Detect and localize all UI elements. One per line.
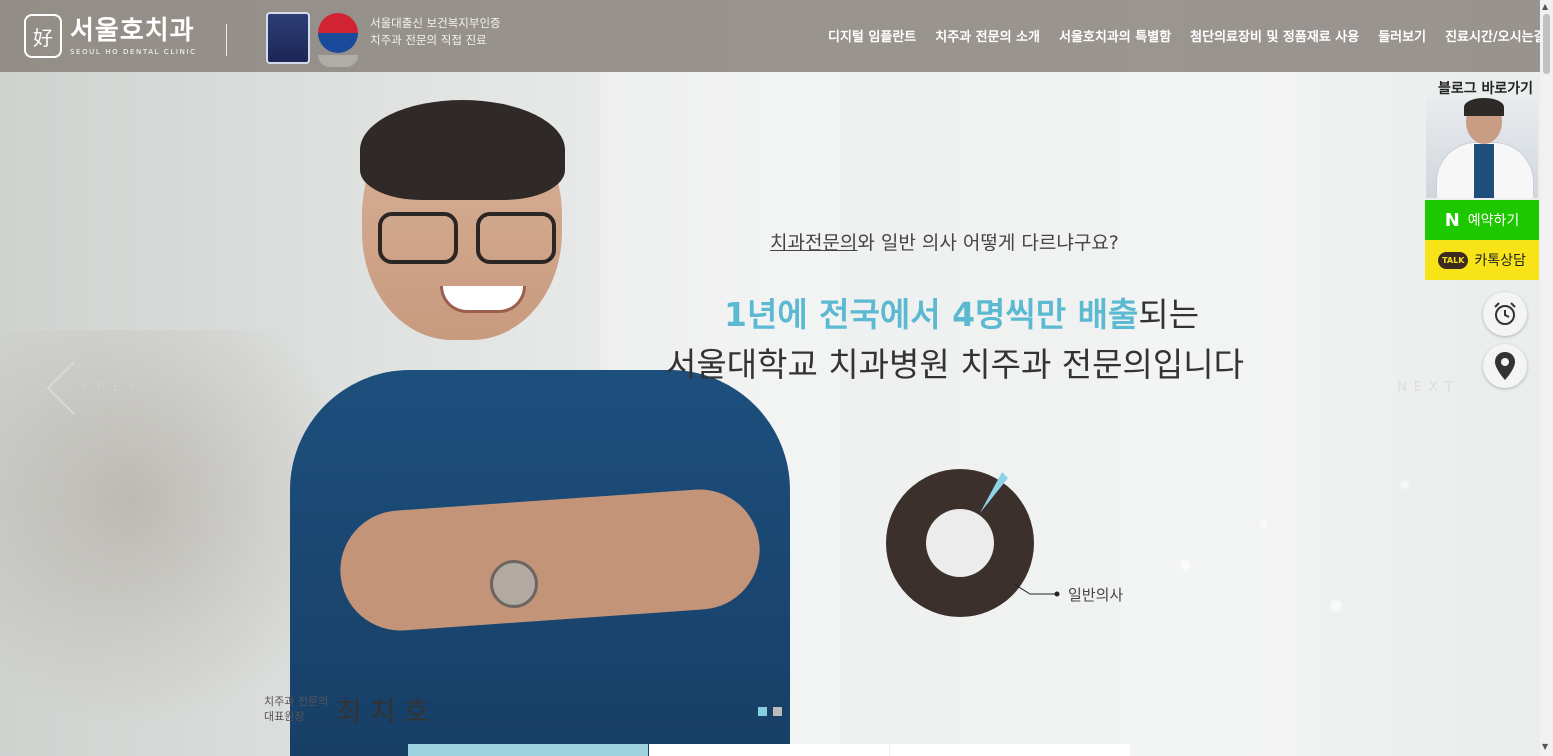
blog-photo-scrubs [1474, 144, 1494, 198]
nav-item-special[interactable]: 서울호치과의 특별함 [1059, 26, 1171, 45]
naver-icon: N [1444, 209, 1460, 231]
main-nav: 디지털 임플란트 치주과 전문의 소개 서울호치과의 특별함 첨단의료장비 및 … [828, 26, 1546, 45]
doctor-role-line: 치주과 전문의 [264, 695, 329, 708]
scroll-down-icon[interactable]: ▼ [1542, 742, 1548, 751]
headline-rest: 되는 [1138, 295, 1200, 334]
hero-headline-2: 서울대학교 치과병원 치주과 전문의입니다 [666, 345, 1244, 384]
bottom-tabs [408, 744, 1131, 756]
location-button[interactable] [1483, 344, 1527, 388]
chart-label: 일반의사 [1068, 586, 1124, 604]
bokeh-light [1330, 600, 1342, 612]
slider-dot[interactable] [773, 707, 782, 716]
logo-title: 서울호치과 [70, 15, 195, 46]
question-rest: 와 일반 의사 어떻게 다르냐구요? [857, 232, 1119, 254]
doctor-role: 치주과 전문의 대표원장 [264, 694, 328, 724]
question-underlined: 치과전문의 [770, 232, 858, 254]
scrollbar[interactable] [1540, 0, 1553, 756]
nav-item-equipment[interactable]: 첨단의료장비 및 정품재료 사용 [1190, 26, 1359, 45]
nav-item-tour[interactable]: 둘러보기 [1378, 26, 1426, 45]
bokeh-light [1400, 480, 1409, 489]
blog-link-label[interactable]: 블로그 바로가기 [1438, 78, 1533, 98]
scroll-up-icon[interactable]: ▲ [1542, 2, 1548, 11]
chart-hole [926, 509, 994, 577]
blog-photo[interactable] [1426, 98, 1538, 198]
nav-item-digital-implant[interactable]: 디지털 임플란트 [828, 26, 916, 45]
doctor-hair [360, 100, 565, 200]
kakao-talk-button[interactable]: TALK 카톡상담 [1425, 240, 1539, 280]
cert-line: 치주과 전문의 직접 진료 [370, 33, 487, 47]
next-button[interactable]: NEXT [1397, 380, 1460, 395]
bokeh-light [1260, 520, 1268, 528]
hours-button[interactable] [1483, 292, 1527, 336]
certification-text: 서울대출신 보건복지부인증 치주과 전문의 직접 진료 [370, 15, 501, 49]
hero-headline-1: 1년에 전국에서 4명씩만 배출되는 [724, 288, 1199, 336]
slider-dot[interactable] [758, 707, 767, 716]
doctor-role-line: 대표원장 [264, 710, 305, 723]
nav-item-specialist-intro[interactable]: 치주과 전문의 소개 [935, 26, 1040, 45]
map-pin-icon [1495, 352, 1515, 380]
site-header: 好 서울호치과 SEOUL HO DENTAL CLINIC 서울대출신 보건복… [0, 0, 1546, 72]
nav-item-hours-location[interactable]: 진료시간/오시는길 [1445, 26, 1545, 45]
cert-line: 서울대출신 보건복지부인증 [370, 16, 501, 30]
logo-subtitle: SEOUL HO DENTAL CLINIC [70, 47, 197, 56]
alarm-clock-icon [1494, 302, 1516, 325]
bottom-tab[interactable] [408, 744, 648, 756]
hero-question: 치과전문의와 일반 의사 어떻게 다르냐구요? [770, 228, 1119, 255]
glasses-lens [476, 212, 556, 264]
background-panel [1120, 72, 1320, 756]
korea-gov-emblem-icon [318, 13, 358, 53]
site-logo[interactable]: 好 서울호치과 SEOUL HO DENTAL CLINIC [24, 14, 197, 58]
bokeh-light [1180, 560, 1190, 570]
emblem-reflection [318, 55, 358, 67]
glasses [378, 212, 556, 264]
slider-dots [758, 707, 782, 716]
bottom-tab[interactable] [890, 744, 1130, 756]
kakao-label: 카톡상담 [1474, 253, 1526, 269]
kakao-talk-icon: TALK [1438, 251, 1469, 269]
logo-mark-icon: 好 [24, 14, 62, 58]
logo-text: 서울호치과 SEOUL HO DENTAL CLINIC [70, 17, 197, 56]
glasses-lens [378, 212, 458, 264]
snu-seal-icon [266, 12, 310, 64]
chart-leader-dot [1054, 591, 1060, 597]
scrollbar-thumb[interactable] [1543, 14, 1550, 74]
naver-label: 예약하기 [1467, 213, 1520, 229]
headline-highlight: 1년에 전국에서 4명씩만 배출 [724, 295, 1139, 334]
bottom-tab[interactable] [649, 744, 889, 756]
prev-button[interactable]: PREV [82, 380, 144, 395]
naver-reservation-button[interactable]: N 예약하기 [1425, 200, 1539, 240]
blog-photo-hair [1464, 98, 1504, 116]
prev-arrow-icon[interactable] [46, 360, 76, 416]
watch [490, 560, 538, 608]
doctor-name: 최치호 [336, 695, 438, 728]
doctor-photo [280, 100, 800, 756]
smile [440, 286, 526, 313]
header-divider [226, 24, 227, 56]
